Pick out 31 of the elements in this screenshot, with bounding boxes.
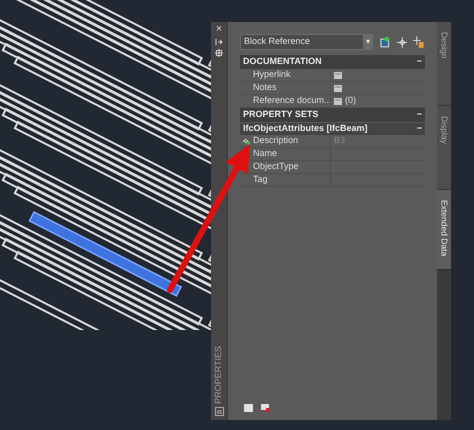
group-header[interactable]: IfcObjectAttributes [IfcBeam] − bbox=[240, 122, 425, 135]
property-label: Description bbox=[253, 134, 300, 148]
side-tab[interactable]: Extended Data bbox=[437, 190, 451, 270]
dropdown-value: Block Reference bbox=[244, 35, 310, 48]
section-title: PROPERTY SETS bbox=[243, 108, 318, 122]
property-label: ObjectType bbox=[253, 160, 300, 174]
editor-icon[interactable] bbox=[334, 98, 342, 104]
group-title: IfcObjectAttributes [IfcBeam] bbox=[243, 122, 368, 136]
section-header[interactable]: DOCUMENTATION − bbox=[240, 55, 425, 69]
settings-icon[interactable] bbox=[215, 49, 223, 57]
section-header[interactable]: PROPERTY SETS − bbox=[240, 108, 425, 122]
property-value: (0) bbox=[345, 94, 356, 108]
caret-icon: ▾ bbox=[363, 35, 372, 49]
collapse-mark: − bbox=[416, 108, 422, 122]
editor-icon[interactable] bbox=[334, 72, 342, 78]
editor-icon[interactable] bbox=[334, 84, 342, 92]
section-title: DOCUMENTATION bbox=[243, 55, 322, 68]
collapse-mark: − bbox=[416, 122, 422, 136]
object-type-dropdown[interactable]: Block Reference ▾ bbox=[240, 34, 374, 50]
property-label: Tag bbox=[253, 173, 269, 186]
collapse-mark: − bbox=[416, 55, 422, 68]
side-tab[interactable]: Display bbox=[437, 106, 451, 190]
side-tab[interactable]: Design bbox=[437, 22, 451, 106]
palette-title: PROPERTIES bbox=[212, 346, 224, 404]
property-label: Notes bbox=[253, 81, 278, 94]
palette-icon[interactable] bbox=[214, 407, 224, 416]
property-label: Name bbox=[253, 147, 278, 160]
property-label: Reference docum... bbox=[253, 94, 330, 108]
close-button[interactable]: × bbox=[216, 24, 222, 35]
crosshair-icon[interactable] bbox=[396, 36, 408, 48]
property-label: Hyperlink bbox=[253, 68, 292, 82]
